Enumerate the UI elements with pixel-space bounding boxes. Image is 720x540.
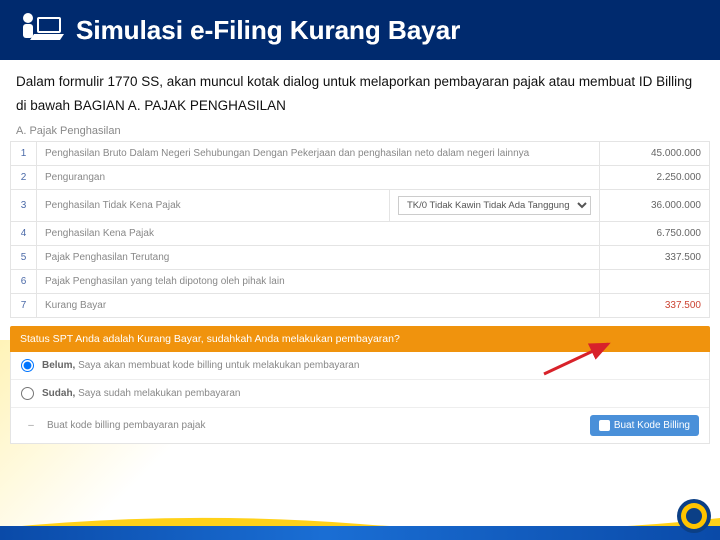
slide-title: Simulasi e-Filing Kurang Bayar	[76, 15, 460, 46]
row-label: Penghasilan Kena Pajak	[37, 222, 600, 246]
row-value	[600, 270, 710, 294]
row-number: 3	[11, 190, 37, 222]
ministry-logo	[676, 498, 712, 534]
section-heading: A. Pajak Penghasilan	[0, 123, 720, 141]
table-row: 5Pajak Penghasilan Terutang337.500	[11, 246, 710, 270]
description-text: Dalam formulir 1770 SS, akan muncul kota…	[0, 60, 720, 123]
radio-belum[interactable]	[21, 359, 34, 372]
row-select-cell: TK/0 Tidak Kawin Tidak Ada Tanggunga	[390, 190, 600, 222]
tax-table: 1Penghasilan Bruto Dalam Negeri Sehubung…	[10, 141, 710, 318]
row-number: 1	[11, 142, 37, 166]
dash-icon: –	[21, 420, 41, 431]
row-label: Kurang Bayar	[37, 294, 600, 318]
ptkp-select[interactable]: TK/0 Tidak Kawin Tidak Ada Tanggunga	[398, 196, 591, 215]
table-row: 4Penghasilan Kena Pajak6.750.000	[11, 222, 710, 246]
row-value: 36.000.000	[600, 190, 710, 222]
row-label: Pajak Penghasilan yang telah dipotong ol…	[37, 270, 600, 294]
row-number: 5	[11, 246, 37, 270]
row-label: Penghasilan Bruto Dalam Negeri Sehubunga…	[37, 142, 600, 166]
row-value: 45.000.000	[600, 142, 710, 166]
red-arrow-annotation	[540, 338, 620, 378]
table-row: 1Penghasilan Bruto Dalam Negeri Sehubung…	[11, 142, 710, 166]
row-value: 2.250.000	[600, 166, 710, 190]
row-number: 2	[11, 166, 37, 190]
option-buat-kode: – Buat kode billing pembayaran pajak Bua…	[11, 408, 709, 443]
option-sudah[interactable]: Sudah, Saya sudah melakukan pembayaran	[11, 380, 709, 408]
row-number: 6	[11, 270, 37, 294]
footer-band	[0, 526, 720, 540]
table-row: 6Pajak Penghasilan yang telah dipotong o…	[11, 270, 710, 294]
slide-header: Simulasi e-Filing Kurang Bayar	[0, 0, 720, 60]
row-label: Pengurangan	[37, 166, 600, 190]
row-value: 6.750.000	[600, 222, 710, 246]
buat-kode-label: Buat kode billing pembayaran pajak	[47, 420, 205, 431]
row-number: 4	[11, 222, 37, 246]
radio-sudah[interactable]	[21, 387, 34, 400]
row-value: 337.500	[600, 246, 710, 270]
table-row: 2Pengurangan2.250.000	[11, 166, 710, 190]
row-value: 337.500	[600, 294, 710, 318]
user-computer-icon	[14, 10, 64, 50]
table-row: 3Penghasilan Tidak Kena Pajak TK/0 Tidak …	[11, 190, 710, 222]
buat-kode-billing-button[interactable]: Buat Kode Billing	[590, 415, 699, 436]
row-number: 7	[11, 294, 37, 318]
row-label: Pajak Penghasilan Terutang	[37, 246, 600, 270]
table-row: 7Kurang Bayar337.500	[11, 294, 710, 318]
document-icon	[599, 420, 610, 431]
row-label: Penghasilan Tidak Kena Pajak	[37, 190, 390, 222]
